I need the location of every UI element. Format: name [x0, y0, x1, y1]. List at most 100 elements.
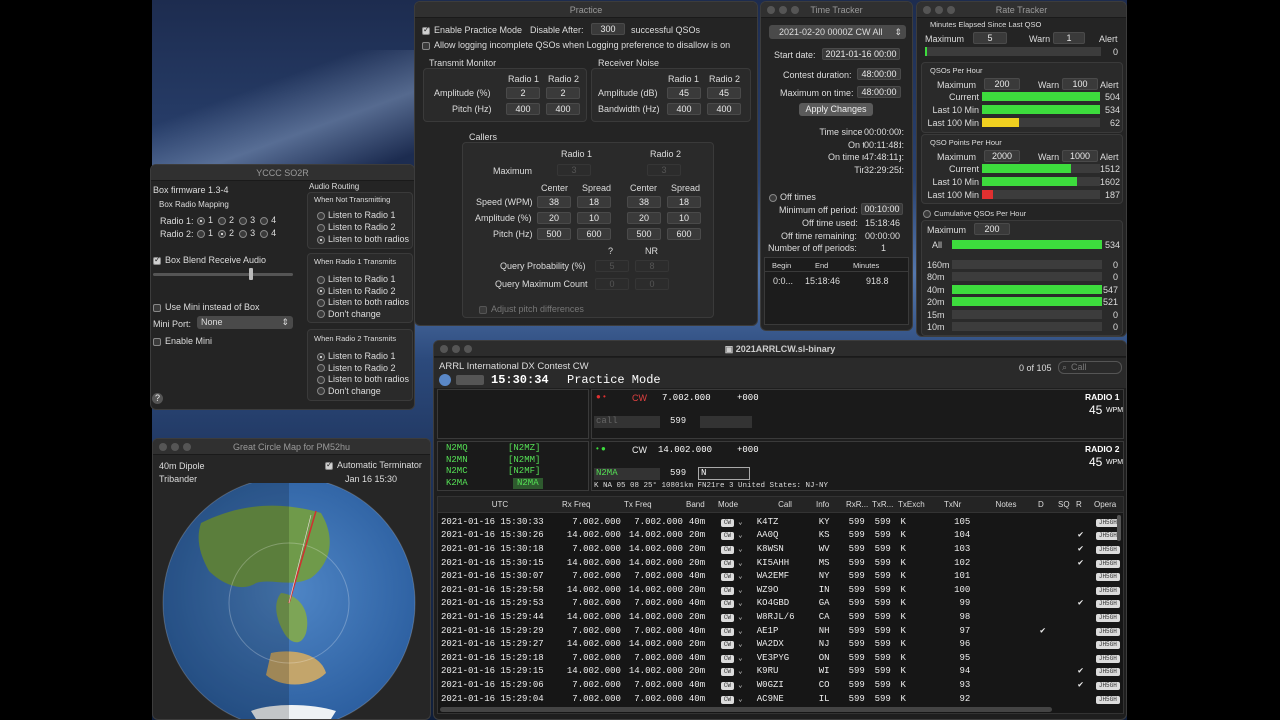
radio2-rst[interactable]: 599: [670, 468, 686, 478]
duration-input[interactable]: 48:00:00: [857, 68, 901, 80]
radio1-opt-1[interactable]: [197, 216, 205, 225]
tx-pitch-r2-input[interactable]: 400: [546, 103, 580, 115]
s1-warn-input[interactable]: 1: [1053, 32, 1085, 44]
column-header[interactable]: Band: [686, 500, 718, 509]
column-header[interactable]: TxR...: [872, 500, 898, 509]
r2-tx-opt-4[interactable]: Don't change: [317, 386, 409, 398]
column-header[interactable]: R: [1076, 500, 1094, 509]
blend-audio-row[interactable]: Box Blend Receive Audio: [153, 255, 266, 265]
blend-slider-track[interactable]: [153, 273, 293, 276]
apply-changes-button[interactable]: Apply Changes: [799, 103, 873, 116]
start-date-input[interactable]: 2021-01-16 00:00: [822, 48, 900, 60]
search-field[interactable]: ⌕ Call: [1058, 361, 1122, 374]
allow-incomplete-row[interactable]: Allow logging incomplete QSOs when Loggi…: [422, 40, 730, 50]
radio2-opt-2[interactable]: [218, 229, 227, 238]
column-header[interactable]: RxR...: [846, 500, 872, 509]
rx-bw-r1-input[interactable]: 400: [667, 103, 701, 115]
radio1-rst[interactable]: 599: [670, 416, 686, 426]
adjust-pitch-row[interactable]: Adjust pitch differences: [479, 304, 584, 314]
column-header[interactable]: Opera: [1094, 500, 1124, 509]
radio1-bandmap[interactable]: [437, 389, 589, 439]
tx-amp-r2-input[interactable]: 2: [546, 87, 580, 99]
log-row[interactable]: 2021-01-16 15:29:15 14.002.000 14.002.000 2…: [438, 665, 1123, 679]
log-row[interactable]: 2021-01-16 15:30:26 14.002.000 14.002.000 2…: [438, 529, 1123, 543]
log-row[interactable]: 2021-01-16 15:29:06 7.002.000 7.002.000 40m…: [438, 678, 1123, 692]
r2-tx-opt-2[interactable]: Listen to Radio 2: [317, 363, 409, 375]
pitch-center-r2[interactable]: 500: [627, 228, 661, 240]
pitch-spread-r1[interactable]: 600: [577, 228, 611, 240]
tx-pitch-r1-input[interactable]: 400: [506, 103, 540, 115]
radio1-opt-2[interactable]: [218, 216, 227, 225]
column-header[interactable]: Call: [754, 500, 816, 509]
tx-amp-r1-input[interactable]: 2: [506, 87, 540, 99]
bandmap-spot[interactable]: N2MQ: [446, 443, 468, 455]
log-row[interactable]: 2021-01-16 15:29:58 14.002.000 14.002.000 2…: [438, 583, 1123, 597]
radio2-exchange-input[interactable]: N: [698, 467, 750, 480]
s2-maximum-input[interactable]: 200: [984, 78, 1020, 90]
minimize-icon[interactable]: [452, 345, 460, 353]
zoom-icon[interactable]: [791, 6, 799, 14]
globe-icon[interactable]: [439, 374, 451, 386]
cumulative-disclosure-icon[interactable]: [923, 209, 931, 218]
log-row[interactable]: 2021-01-16 15:30:07 7.002.000 7.002.000 40m…: [438, 569, 1123, 583]
s3-maximum-input[interactable]: 2000: [984, 150, 1020, 162]
minimize-icon[interactable]: [779, 6, 787, 14]
s1-maximum-input[interactable]: 5: [973, 32, 1007, 44]
terminator-row[interactable]: Automatic Terminator: [325, 460, 422, 470]
column-header[interactable]: D: [1038, 500, 1058, 509]
r1-tx-opt-1[interactable]: Listen to Radio 1: [317, 274, 409, 286]
speed-center-r1[interactable]: 38: [537, 196, 571, 208]
speed-center-r2[interactable]: 38: [627, 196, 661, 208]
radio2-opt-3[interactable]: [239, 229, 248, 238]
radio1-call-input[interactable]: call: [594, 416, 660, 428]
off-times-disclosure-icon[interactable]: [769, 193, 777, 202]
close-icon[interactable]: [767, 6, 775, 14]
rx-amp-r2-input[interactable]: 45: [707, 87, 741, 99]
enable-mini-row[interactable]: Enable Mini: [153, 336, 212, 346]
speed-spread-r1[interactable]: 18: [577, 196, 611, 208]
log-row[interactable]: 2021-01-16 15:29:44 14.002.000 14.002.000 2…: [438, 610, 1123, 624]
zoom-icon[interactable]: [947, 6, 955, 14]
bandmap-spot[interactable]: K2MA: [446, 478, 468, 490]
amp-spread-r2[interactable]: 10: [667, 212, 701, 224]
contest-period-select[interactable]: 2021-02-20 0000Z CW All ⇕: [769, 25, 906, 39]
r2-tx-opt-1[interactable]: Listen to Radio 1: [317, 351, 409, 363]
amp-spread-r1[interactable]: 10: [577, 212, 611, 224]
radio2-bandmap[interactable]: N2MQ N2MN N2MC K2MA [N2MZ] [N2MM] [N2MF]…: [437, 441, 589, 491]
radio1-opt-4[interactable]: [260, 216, 269, 225]
log-row[interactable]: 2021-01-16 15:29:29 7.002.000 7.002.000 40m…: [438, 624, 1123, 638]
bandmap-spot[interactable]: N2MN: [446, 455, 468, 467]
column-header[interactable]: Rx Freq: [562, 500, 624, 509]
close-icon[interactable]: [440, 345, 448, 353]
log-row[interactable]: 2021-01-16 15:29:18 7.002.000 7.002.000 40m…: [438, 651, 1123, 665]
not-tx-opt-2[interactable]: Listen to Radio 2: [317, 221, 409, 233]
column-header[interactable]: TxNr: [944, 500, 974, 509]
bandmap-spot[interactable]: [N2MZ]: [508, 443, 543, 455]
bandmap-spot-selected[interactable]: N2MA: [513, 477, 543, 489]
bandmap-spot[interactable]: N2MC: [446, 466, 468, 478]
speed-spread-r2[interactable]: 18: [667, 196, 701, 208]
close-icon[interactable]: [159, 443, 167, 451]
not-tx-opt-1[interactable]: Listen to Radio 1: [317, 209, 409, 221]
radio2-call-input[interactable]: N2MA: [594, 468, 660, 480]
radio2-opt-4[interactable]: [260, 229, 269, 238]
column-header[interactable]: Tx Freq: [624, 500, 686, 509]
zoom-icon[interactable]: [183, 443, 191, 451]
use-mini-row[interactable]: Use Mini instead of Box: [153, 302, 260, 312]
amp-center-r2[interactable]: 20: [627, 212, 661, 224]
column-header[interactable]: UTC: [438, 500, 562, 509]
rx-amp-r1-input[interactable]: 45: [667, 87, 701, 99]
help-button[interactable]: ?: [152, 393, 163, 404]
log-row[interactable]: 2021-01-16 15:29:27 14.002.000 14.002.000 2…: [438, 637, 1123, 651]
r2-tx-opt-3[interactable]: Listen to both radios: [317, 374, 409, 386]
allow-incomplete-checkbox[interactable]: [422, 41, 430, 50]
bandmap-spot[interactable]: [N2MM]: [508, 455, 543, 467]
max-r2-input[interactable]: 3: [647, 164, 681, 176]
max-on-input[interactable]: 48:00:00: [857, 86, 901, 98]
radio1-exchange-input[interactable]: [700, 416, 752, 428]
r1-tx-opt-3[interactable]: Listen to both radios: [317, 297, 409, 309]
vertical-scrollbar[interactable]: [1117, 515, 1121, 541]
not-tx-opt-3[interactable]: Listen to both radios: [317, 233, 409, 245]
horizontal-scrollbar[interactable]: [440, 707, 1052, 712]
globe-map[interactable]: [161, 483, 417, 719]
